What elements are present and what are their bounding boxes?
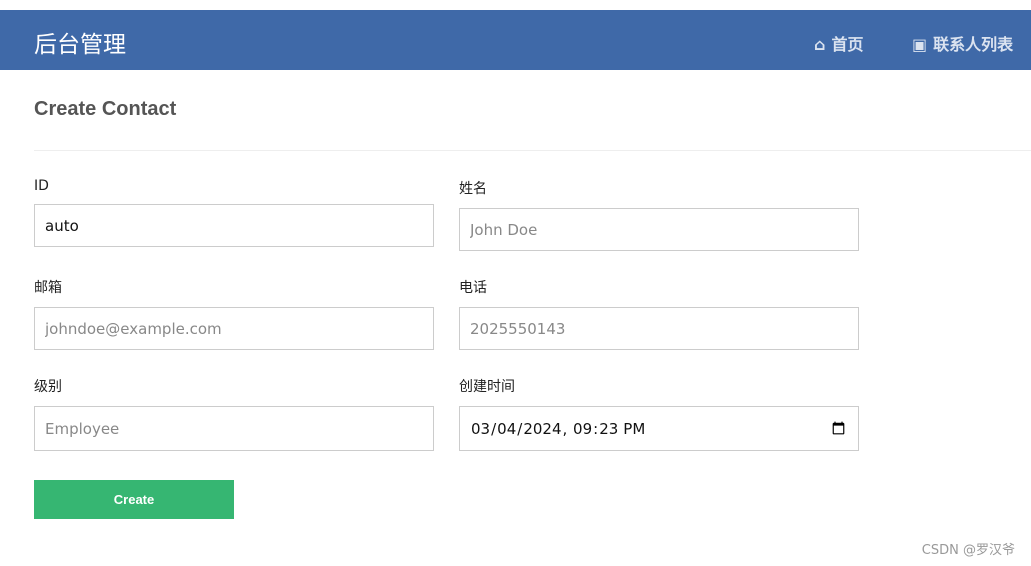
nav-home[interactable]: ⌂ 首页 bbox=[814, 31, 863, 55]
created-label: 创建时间 bbox=[459, 379, 515, 395]
id-input[interactable] bbox=[34, 204, 434, 247]
email-input[interactable] bbox=[34, 307, 434, 350]
phone-label: 电话 bbox=[459, 280, 487, 296]
phone-group: 电话 bbox=[459, 277, 859, 350]
phone-input[interactable] bbox=[459, 307, 859, 350]
id-label: ID bbox=[34, 178, 49, 194]
name-input[interactable] bbox=[459, 208, 859, 251]
brand[interactable]: 后台管理 bbox=[34, 25, 126, 59]
id-group: ID bbox=[34, 178, 434, 247]
watermark: CSDN @罗汉爷 bbox=[921, 543, 1015, 558]
name-group: 姓名 bbox=[459, 178, 859, 251]
page-title: Create Contact bbox=[34, 98, 177, 120]
create-button[interactable]: Create bbox=[34, 480, 234, 519]
created-group: 创建时间 bbox=[459, 376, 859, 451]
level-input[interactable] bbox=[34, 406, 434, 451]
divider bbox=[34, 150, 1031, 151]
email-label: 邮箱 bbox=[34, 280, 62, 296]
contact-book-icon: ▣ bbox=[912, 35, 928, 54]
level-label: 级别 bbox=[34, 379, 62, 395]
email-group: 邮箱 bbox=[34, 277, 434, 350]
level-group: 级别 bbox=[34, 376, 434, 451]
home-icon: ⌂ bbox=[814, 35, 826, 54]
navbar: 后台管理 ⌂ 首页 ▣ 联系人列表 bbox=[0, 10, 1031, 70]
created-datetime-input[interactable] bbox=[459, 406, 859, 451]
nav-contact-list[interactable]: ▣ 联系人列表 bbox=[912, 31, 1013, 55]
name-label: 姓名 bbox=[459, 181, 487, 197]
